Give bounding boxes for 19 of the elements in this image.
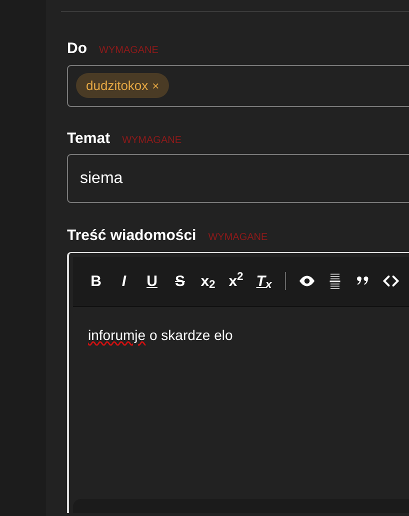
subscript-button[interactable]: x$_{2}$ (199, 274, 217, 288)
field-label: Treść wiadomości (67, 226, 196, 246)
underline-button[interactable]: U (143, 274, 161, 288)
recipient-tag[interactable]: dudzitokox × (76, 72, 170, 98)
message-editor[interactable]: B I U S x$_{2}$ x$^{2}$ T$_{x}$ inforumje o skardze elo (67, 252, 409, 512)
recipient-field[interactable]: dudzitokox × (67, 64, 409, 106)
required-label: WYMAGANE (122, 134, 182, 148)
subject-field[interactable]: siema (67, 154, 409, 203)
required-label: WYMAGANE (208, 231, 268, 245)
bold-button[interactable]: B (87, 274, 105, 288)
remove-tag-button[interactable]: × (152, 76, 160, 94)
field-label: Temat (67, 128, 110, 148)
field-label: Do (67, 39, 87, 59)
required-label: WYMAGANE (99, 44, 158, 58)
italic-button[interactable]: I (115, 274, 133, 288)
message-text: inforumje o skardze elo (88, 326, 233, 345)
superscript-button[interactable]: x$^{2}$ (227, 274, 245, 288)
strikethrough-button[interactable]: S (171, 274, 189, 288)
clear-format-button[interactable]: T$_{x}$ (255, 274, 273, 288)
